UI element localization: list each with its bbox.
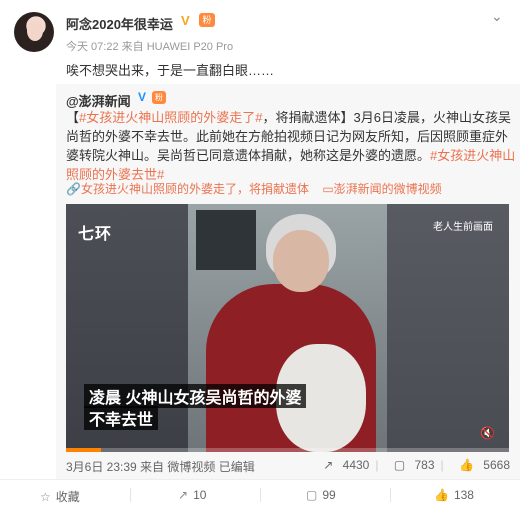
video-progress-bar[interactable] [66, 448, 509, 452]
source-text: 【#女孩进火神山照顾的外婆走了#，将捐献遗体】3月6日凌晨，火神山女孩吴尚哲的外… [66, 108, 516, 184]
edited-label[interactable]: 已编辑 [219, 460, 255, 474]
chevron-down-icon[interactable]: ⌄ [491, 8, 503, 25]
video-background-window [196, 210, 256, 270]
video-link-label: 澎湃新闻的微博视频 [333, 182, 442, 196]
comment-icon: ▢ [393, 458, 406, 472]
fans-badge-icon: 粉 [199, 13, 215, 27]
action-bar: ☆ 收藏 ↗ 10 ▢ 99 👍 138 [0, 479, 520, 510]
star-icon: ☆ [40, 490, 51, 504]
video-caption-line1: 凌晨 火神山女孩吴尚哲的外婆 [84, 384, 307, 408]
video-progress-fill [66, 448, 102, 452]
repost-button[interactable]: ↗ 10 [178, 488, 206, 502]
like-icon: 👍 [459, 458, 474, 472]
link-icon: 🔗 [66, 182, 81, 196]
verified-icon: V [181, 13, 190, 28]
post-meta: 今天 07:22 来自 HUAWEI P20 Pro [66, 41, 234, 53]
content-links: 🔗女孩进火神山照顾的外婆走了，将捐献遗体 ▭澎湃新闻的微博视频 [66, 180, 452, 197]
comment-button[interactable]: ▢ 99 [306, 488, 336, 502]
source-time: 3月6日 23:39 来自 微博视频 [66, 460, 216, 474]
avatar[interactable] [14, 12, 54, 52]
article-link-label: 女孩进火神山照顾的外婆走了，将捐献遗体 [80, 182, 309, 196]
reposted-content[interactable]: @澎湃新闻 V 粉 【#女孩进火神山照顾的外婆走了#，将捐献遗体】3月6日凌晨，… [56, 84, 520, 479]
video-player[interactable]: 七环 老人生前画面 凌晨 火神山女孩吴尚哲的外婆 不幸去世 🔇 [66, 204, 509, 452]
video-blur-right [387, 204, 509, 452]
video-icon: ▭ [322, 182, 334, 196]
share-icon: ↗ [323, 458, 334, 472]
source-verified-icon: V [138, 90, 147, 104]
comment-icon: ▢ [306, 488, 318, 502]
username[interactable]: 阿念2020年很幸运 [66, 14, 173, 33]
weibo-post-card: 阿念2020年很幸运 V 粉 今天 07:22 来自 HUAWEI P20 Pr… [0, 0, 520, 510]
source-stats: ↗ 4430 | ▢ 783 | 👍 5668 [311, 458, 510, 472]
source-share[interactable]: ↗ 4430 [317, 458, 369, 472]
mute-icon[interactable]: 🔇 [480, 426, 495, 440]
share-icon: ↗ [178, 488, 189, 502]
post-text: 唉不想哭出来，于是一直翻白眼…… [66, 63, 275, 78]
video-caption-line2: 不幸去世 [84, 406, 159, 430]
source-badge-icon: 粉 [152, 91, 166, 104]
source-footer: 3月6日 23:39 来自 微博视频 已编辑 [66, 458, 255, 475]
video-person-face [273, 230, 329, 292]
video-tag: 老人生前画面 [433, 222, 493, 233]
source-like[interactable]: 👍 5668 [453, 458, 510, 472]
like-icon: 👍 [434, 488, 449, 502]
source-comment[interactable]: ▢ 783 [388, 458, 435, 472]
hashtag-link[interactable]: #女孩进火神山照顾的外婆走了# [79, 110, 262, 125]
like-button[interactable]: 👍 138 [434, 488, 474, 502]
favorite-button[interactable]: ☆ 收藏 [40, 488, 80, 505]
video-logo: 七环 [78, 226, 113, 243]
bracket-open: 【 [66, 110, 80, 125]
video-link[interactable]: ▭澎湃新闻的微博视频 [322, 182, 441, 196]
article-link[interactable]: 🔗女孩进火神山照顾的外婆走了，将捐献遗体 [66, 182, 309, 196]
